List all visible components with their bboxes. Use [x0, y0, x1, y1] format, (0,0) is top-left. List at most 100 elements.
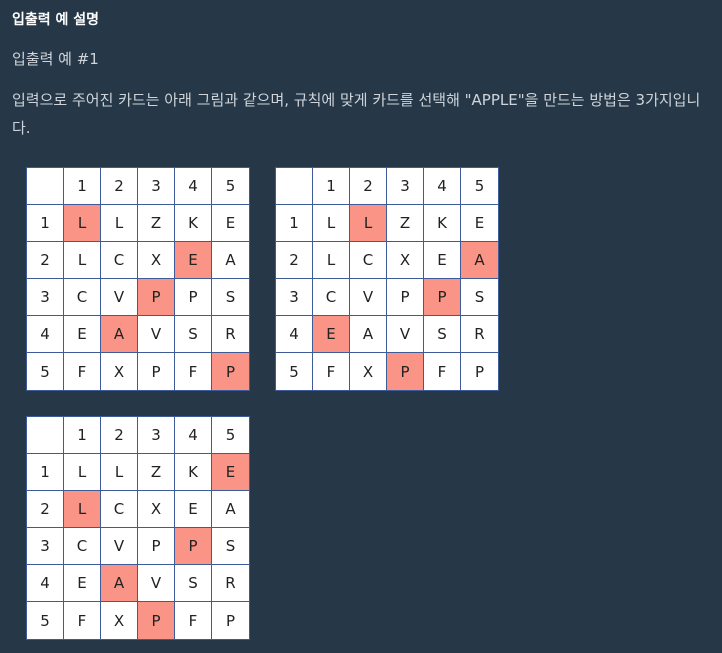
grid-column-header: 1: [64, 417, 101, 454]
grid-card-cell: S: [175, 565, 212, 602]
grid-card-cell-selected: A: [101, 565, 138, 602]
grid-card-cell: X: [138, 491, 175, 528]
grid-card-cell: Z: [387, 205, 424, 242]
grid-card-cell: S: [212, 279, 249, 316]
grid-card-cell: V: [101, 528, 138, 565]
grid-column-header: 2: [101, 417, 138, 454]
grid-card-cell: F: [175, 353, 212, 390]
grid-card-cell: E: [461, 205, 498, 242]
grid-row-header: 2: [27, 491, 64, 528]
grid-card-cell: S: [212, 528, 249, 565]
grid-card-cell: X: [101, 602, 138, 639]
grid-card-cell-selected: E: [313, 316, 350, 353]
grid-card-cell: A: [212, 491, 249, 528]
grid-card-cell: S: [175, 316, 212, 353]
grid-card-cell-selected: A: [101, 316, 138, 353]
grid-card-cell: P: [138, 353, 175, 390]
grid-card-cell: P: [474, 362, 485, 381]
grid-card-cell: V: [387, 316, 424, 353]
grid-card-cell: V: [101, 279, 138, 316]
grid-card-cell-selected: P: [175, 528, 212, 565]
grid-row-header: 1: [27, 454, 64, 491]
grid-card-cell: L: [101, 205, 138, 242]
grid-row-header: 1: [27, 205, 64, 242]
grid-card-cell: C: [313, 279, 350, 316]
grid-card-cell: E: [175, 491, 212, 528]
grid-card-cell: C: [350, 242, 387, 279]
grid-corner-cell: [276, 168, 313, 205]
grid-column-header: 4: [424, 168, 461, 205]
grid-column-header: 4: [175, 168, 212, 205]
grid-card-cell: E: [212, 205, 249, 242]
grid-card-cell: C: [101, 242, 138, 279]
grid-card-cell: E: [64, 565, 101, 602]
grid-card-cell-selected: L: [64, 491, 101, 528]
grid-card-cell: X: [138, 242, 175, 279]
grid-column-header: 3: [138, 417, 175, 454]
grid-card-cell: Z: [138, 205, 175, 242]
grid-card-cell: L: [313, 205, 350, 242]
grid-column-header: 3: [387, 168, 424, 205]
grid-card-cell-selected: E: [212, 454, 249, 491]
grid-card-cell: C: [64, 528, 101, 565]
grid-card-cell: R: [461, 316, 498, 353]
grid-card-cell: S: [461, 279, 498, 316]
grid-column-header: 4: [175, 417, 212, 454]
grid-column-header: 5: [212, 417, 249, 454]
grid-card-cell: P: [138, 528, 175, 565]
grid-card-cell: L: [64, 454, 101, 491]
grid-card-cell-selected: P: [424, 279, 461, 316]
grid-corner-cell: [27, 417, 64, 454]
grid-column-header: 5: [461, 168, 498, 205]
grid-row-header: 3: [27, 279, 64, 316]
grid-column-header: 2: [101, 168, 138, 205]
grid-row-header: 2: [276, 242, 313, 279]
grid-card-cell: F: [424, 353, 461, 390]
grid-column-header: 1: [313, 168, 350, 205]
grid-card-cell-selected: P: [138, 279, 175, 316]
grid-card-cell-selected: P: [387, 353, 424, 390]
grid-card-cell: E: [424, 242, 461, 279]
grid-card-cell-selected: P: [138, 602, 175, 639]
grid-card-cell-selected: L: [350, 205, 387, 242]
grid-card-cell: K: [175, 454, 212, 491]
grid-card-cell: C: [64, 279, 101, 316]
grid-card-cell-selected: L: [64, 205, 101, 242]
example-subheading: 입출력 예 #1: [12, 50, 99, 68]
example-description: 입력으로 주어진 카드는 아래 그림과 같으며, 규칙에 맞게 카드를 선택해 …: [12, 91, 701, 137]
grid-card-cell: P: [387, 279, 424, 316]
grid-card-cell: S: [424, 316, 461, 353]
grid-row-header: 5: [27, 602, 64, 639]
grid-row-header: 5: [27, 353, 64, 390]
grid-column-header: 2: [350, 168, 387, 205]
grid-column-header: 5: [212, 168, 249, 205]
grid-corner-cell: [27, 168, 64, 205]
grid-card-cell: L: [101, 454, 138, 491]
grid-card-cell: E: [64, 316, 101, 353]
grid-card-cell: A: [212, 242, 249, 279]
grid-card-cell: L: [64, 242, 101, 279]
grid-column-header: 3: [138, 168, 175, 205]
grid-row-header: 3: [27, 528, 64, 565]
grid-card-cell: F: [64, 353, 101, 390]
grid-card-cell: R: [212, 565, 249, 602]
grid-row-header: 2: [27, 242, 64, 279]
grid-card-cell: L: [313, 242, 350, 279]
grid-card-cell: X: [350, 353, 387, 390]
card-grid-1: 123451LLZKE2LCXEA3CVPPS4EAVSR5FXPFP: [26, 167, 250, 391]
grid-card-cell: V: [350, 279, 387, 316]
grid-card-cell: R: [212, 316, 249, 353]
grid-card-cell-selected: E: [175, 242, 212, 279]
grid-row-header: 4: [276, 316, 313, 353]
grid-card-cell: A: [350, 316, 387, 353]
grid-row-header: 1: [276, 205, 313, 242]
grid-card-cell: Z: [138, 454, 175, 491]
grid-card-cell: V: [138, 565, 175, 602]
grid-card-cell: K: [175, 205, 212, 242]
grid-row-header: 5: [276, 353, 313, 390]
grid-card-cell: K: [424, 205, 461, 242]
grid-card-cell-selected: P: [212, 353, 249, 390]
grid-card-cell: X: [387, 242, 424, 279]
grid-card-cell: F: [175, 602, 212, 639]
grid-card-cell: F: [64, 602, 101, 639]
